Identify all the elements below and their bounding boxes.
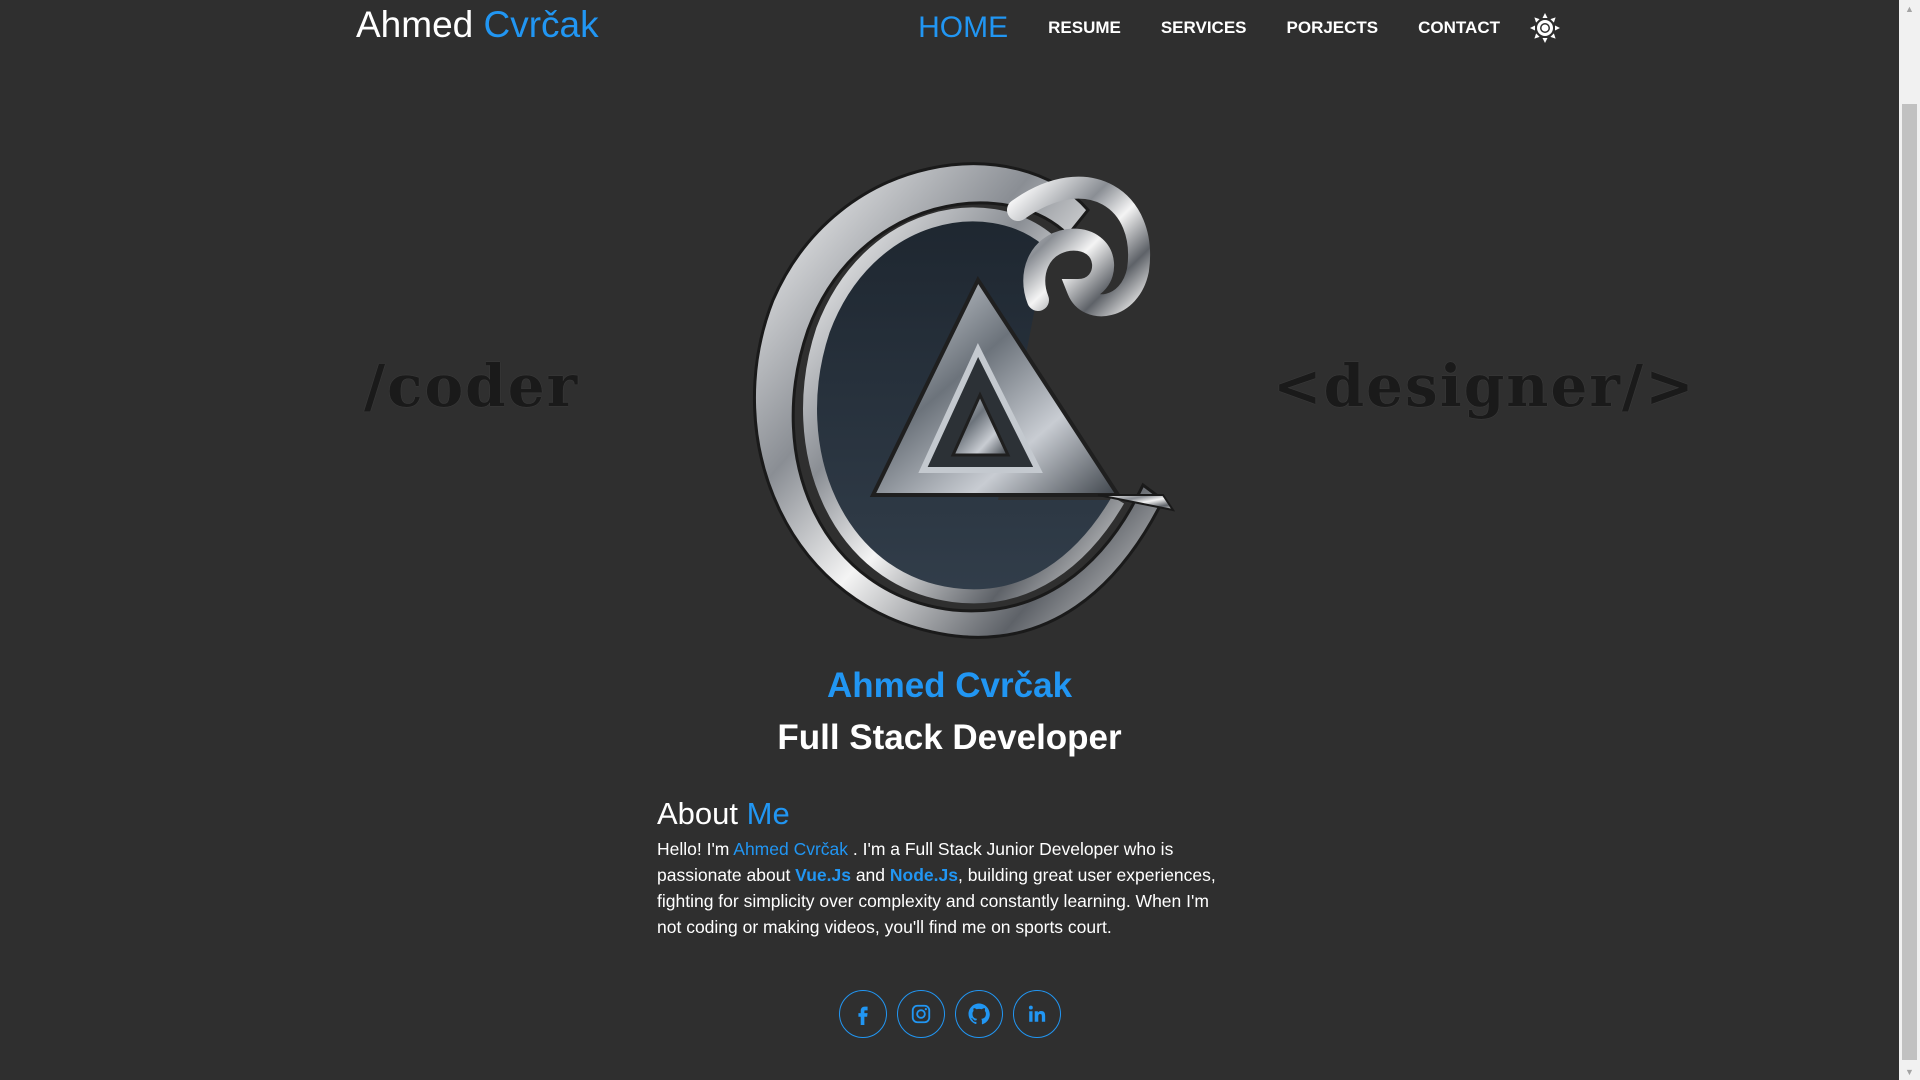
nav-link-projects[interactable]: PORJECTS [1287,18,1379,38]
about-title-accent: Me [746,796,790,831]
hero-name: Ahmed Cvrčak [826,666,1073,705]
hero-logo [718,140,1178,650]
brand-last-name: Cvrčak [483,4,599,45]
facebook-button[interactable] [838,990,887,1038]
about-tech-node: Node.Js [889,865,958,885]
scroll-thumb[interactable] [1902,104,1917,1060]
brand-first-name: Ahmed [356,4,474,45]
about-title-first: About [657,796,739,831]
instagram-button[interactable] [896,990,945,1038]
about-text-3: and [850,865,890,885]
nav-link-services[interactable]: SERVICES [1161,18,1247,38]
theme-toggle-button[interactable] [1530,13,1560,43]
coder-word: /coder [364,352,580,420]
designer-word: <designer/> [1273,352,1696,420]
nav-link-home[interactable]: HOME [918,11,1008,45]
facebook-icon [857,1006,868,1025]
hero-role: Full Stack Developer [777,718,1122,757]
linkedin-icon [1028,1005,1045,1022]
page: Ahmed Cvrčak HOME RESUME SERVICES PORJEC… [0,0,1899,1080]
nav-link-contact[interactable]: CONTACT [1418,18,1500,38]
brand-logo-text[interactable]: Ahmed Cvrčak [356,4,599,46]
about-paragraph: Hello! I'm Ahmed Cvrčak . I'm a Full Sta… [657,836,1227,940]
social-links [0,990,1899,1038]
scroll-down-arrow-icon[interactable]: ▼ [1899,1063,1920,1080]
about-title: About Me [657,796,1227,832]
about-text-1: Hello! I'm [657,839,734,859]
about-tech-vue: Vue.Js [795,865,851,885]
page-scrollbar[interactable]: ▲ ▼ [1899,0,1920,1080]
nav-links: HOME RESUME SERVICES PORJECTS CONTACT [918,0,1560,56]
nav-link-resume[interactable]: RESUME [1048,18,1121,38]
instagram-icon [911,1004,930,1024]
about-section: About Me Hello! I'm Ahmed Cvrčak . I'm a… [657,796,1227,940]
navbar: Ahmed Cvrčak HOME RESUME SERVICES PORJEC… [356,0,1560,56]
sun-icon [1530,13,1560,43]
about-name-link: Ahmed Cvrčak [733,839,849,859]
github-button[interactable] [954,990,1003,1038]
scroll-up-arrow-icon[interactable]: ▲ [1899,0,1920,17]
github-icon [968,1003,990,1025]
linkedin-button[interactable] [1012,990,1061,1038]
ac-monogram-logo [752,162,1176,639]
